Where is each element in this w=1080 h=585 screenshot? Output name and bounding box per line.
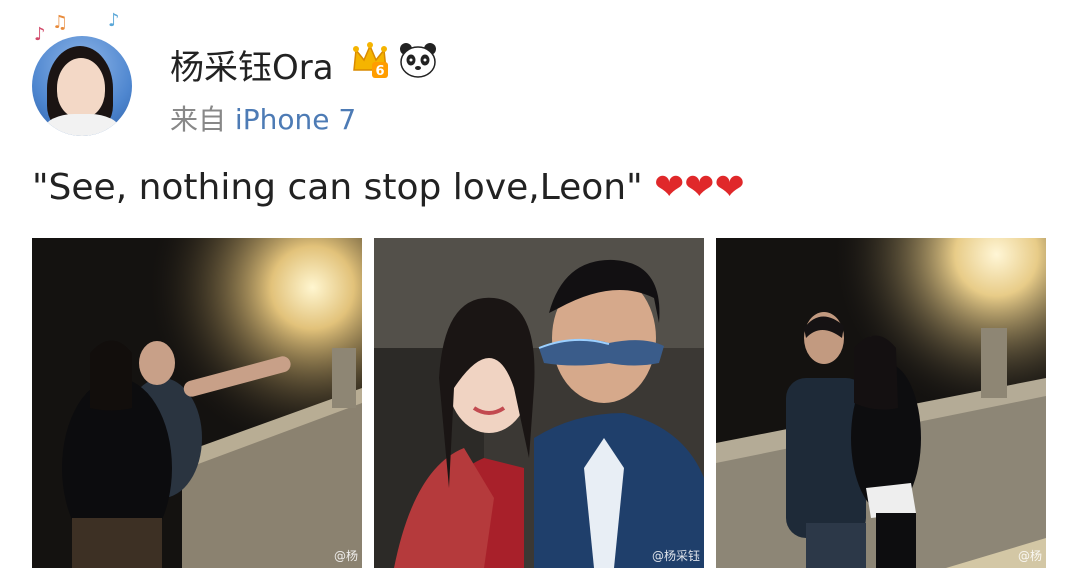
post-body: "See, nothing can stop love,Leon": [32, 167, 643, 208]
avatar[interactable]: [32, 36, 132, 136]
photo-watermark: @杨: [1017, 549, 1042, 563]
post-photo-2[interactable]: @杨采钰: [374, 238, 704, 568]
source-device[interactable]: iPhone 7: [235, 103, 356, 136]
panda-icon[interactable]: [398, 40, 438, 80]
music-note-icon: ♪: [108, 10, 120, 31]
heart-icons: ❤❤❤: [654, 167, 745, 208]
crown-level: 6: [375, 64, 384, 79]
source-prefix: 来自: [170, 103, 227, 136]
post-source: 来自 iPhone 7: [170, 98, 356, 138]
photo-watermark: @杨: [333, 549, 358, 563]
author-name[interactable]: 杨采钰Ora: [170, 40, 334, 89]
weibo-post: ♪ ♫ ♪ 杨采钰Ora 6 来自 iPhone 7 "See, nothing…: [0, 0, 1080, 585]
post-photo-3[interactable]: @杨: [716, 238, 1046, 568]
music-note-icon: ♫: [52, 12, 69, 33]
music-note-icon: ♪: [34, 24, 46, 45]
post-text: "See, nothing can stop love,Leon" ❤❤❤: [32, 167, 745, 208]
photo-watermark: @杨采钰: [651, 549, 700, 563]
post-photo-1[interactable]: @杨: [32, 238, 362, 568]
crown-vip-icon[interactable]: 6: [350, 40, 390, 80]
